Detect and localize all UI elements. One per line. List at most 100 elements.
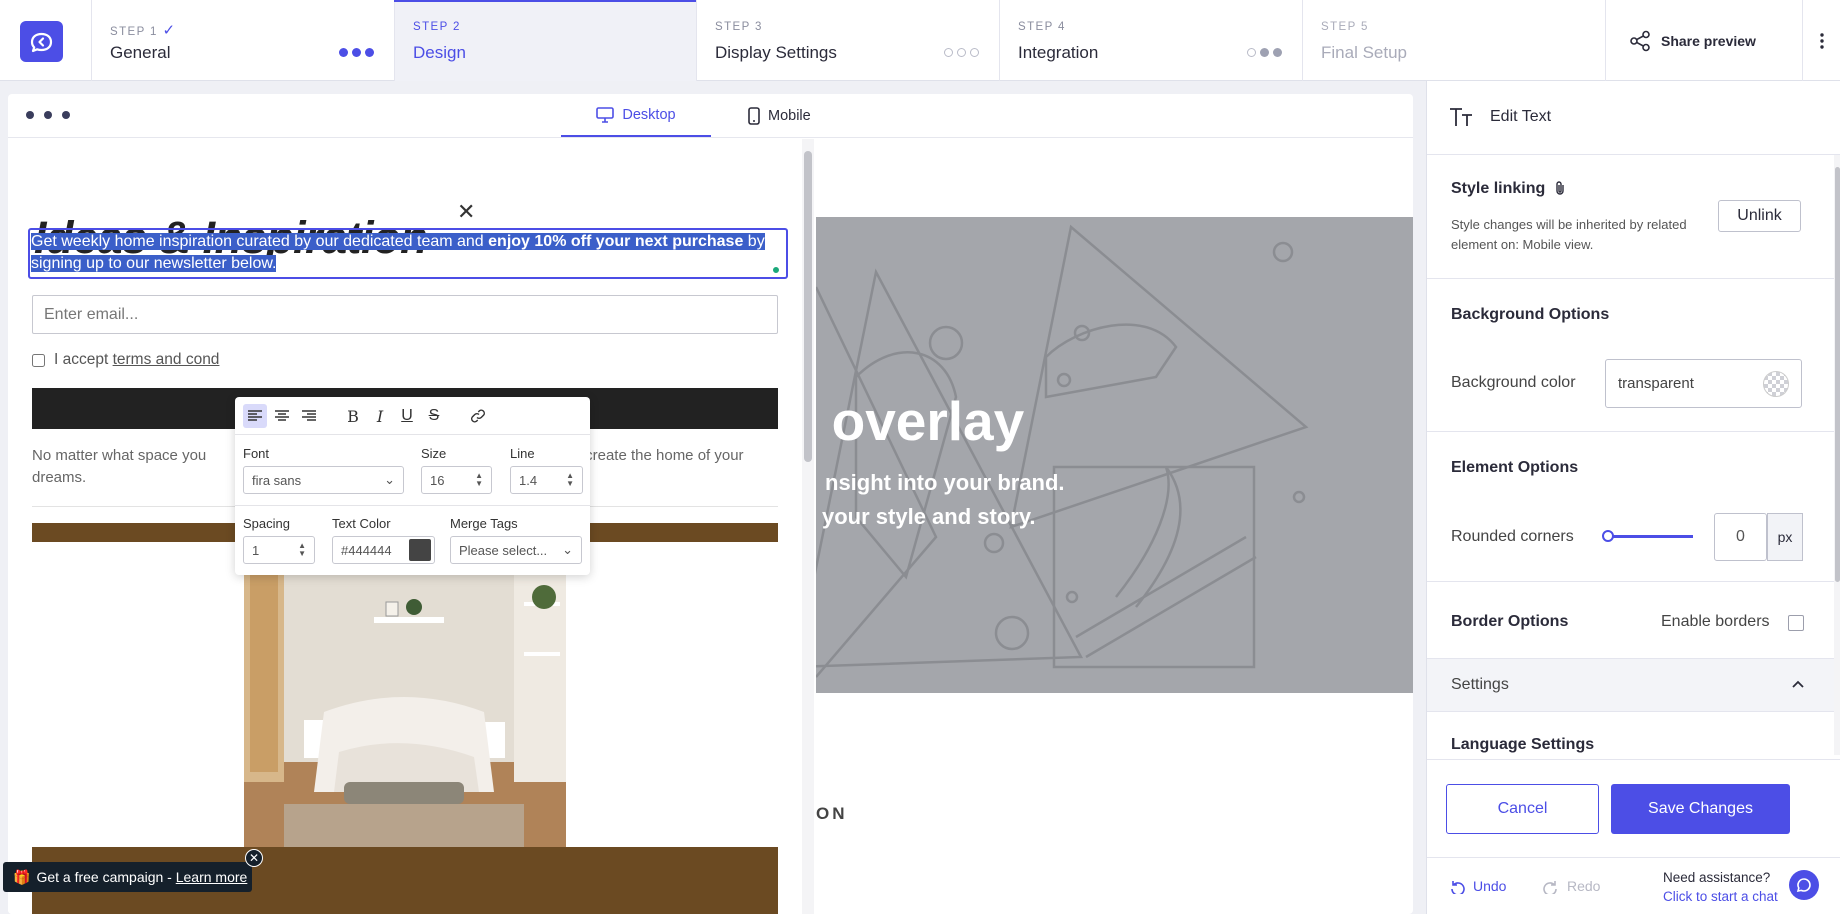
redo-button[interactable]: Redo	[1543, 878, 1600, 894]
underline-icon[interactable]: U	[395, 404, 419, 428]
size-label: Size	[421, 446, 447, 461]
stepper-icon[interactable]: ▲ ▼	[566, 472, 574, 488]
spacing-input[interactable]: 1 ▲ ▼	[243, 536, 315, 564]
settings-label: Settings	[1451, 676, 1509, 693]
promo-banner[interactable]: 🎁 Get a free campaign - Learn more	[3, 862, 252, 892]
scroll-thumb[interactable]	[1835, 167, 1840, 582]
font-label: Font	[243, 446, 270, 461]
more-dots-icon[interactable]	[25, 110, 77, 120]
start-chat-link[interactable]: Click to start a chat	[1663, 889, 1778, 904]
cancel-button[interactable]: Cancel	[1446, 784, 1599, 834]
merge-tags-select[interactable]: Please select... ⌄	[450, 536, 582, 564]
step-name: Final Setup	[1321, 43, 1407, 62]
step-label: STEP 5	[1321, 21, 1369, 33]
section-title: ON	[816, 804, 848, 823]
step-display-settings[interactable]: STEP 3 Display Settings	[696, 0, 999, 81]
back-logo-button[interactable]	[20, 21, 63, 62]
kebab-icon	[1819, 32, 1824, 49]
resize-handle[interactable]	[771, 265, 781, 275]
chat-bubble-icon	[1796, 878, 1811, 893]
close-promo-icon[interactable]: ✕	[245, 849, 263, 867]
learn-more-link[interactable]: Learn more	[176, 869, 248, 885]
terms-checkbox[interactable]	[32, 353, 45, 367]
enable-borders-checkbox[interactable]	[1788, 615, 1804, 631]
chat-button[interactable]	[1789, 870, 1819, 900]
step-name: Integration	[1018, 43, 1099, 62]
font-select[interactable]: fira sans ⌄	[243, 466, 404, 494]
size-input[interactable]: 16 ▲ ▼	[421, 466, 492, 494]
rounded-corners-input[interactable]: 0	[1714, 513, 1767, 561]
text-color-input[interactable]: #444444	[332, 536, 435, 564]
more-options-button[interactable]	[1802, 0, 1840, 81]
popup-scrollbar[interactable]	[802, 139, 814, 914]
chevron-down-icon: ⌄	[562, 542, 573, 557]
mobile-icon	[748, 106, 760, 125]
scroll-thumb[interactable]	[804, 151, 812, 462]
color-swatch[interactable]	[409, 539, 431, 561]
stepper-icon[interactable]: ▲ ▼	[298, 542, 306, 558]
panel-scrollbar[interactable]	[1834, 155, 1840, 755]
divider	[1427, 431, 1834, 432]
enable-borders-label: Enable borders	[1661, 613, 1770, 630]
promo-text: Get a free campaign - Learn more	[36, 869, 248, 885]
step-label: STEP 2	[413, 21, 461, 33]
line-height-input[interactable]: 1.4 ▲ ▼	[510, 466, 583, 494]
editor-canvas: Desktop Mobile t overlay nsight into you…	[8, 94, 1413, 914]
top-bar: STEP 1 ✓ General STEP 2 Design STEP 3 Di…	[0, 0, 1840, 81]
transparent-swatch[interactable]	[1763, 371, 1789, 397]
progress-dots	[339, 48, 374, 57]
merge-tags-label: Merge Tags	[450, 516, 518, 531]
save-changes-button[interactable]: Save Changes	[1611, 784, 1790, 834]
desktop-icon	[596, 106, 615, 123]
strikethrough-icon[interactable]: S	[422, 404, 446, 428]
divider	[1427, 278, 1834, 279]
background-image[interactable]	[794, 217, 1413, 693]
undo-button[interactable]: Undo	[1449, 878, 1506, 894]
bold-icon[interactable]: B	[341, 404, 365, 428]
popup-description[interactable]: Get weekly home inspiration curated by o…	[31, 231, 781, 275]
style-linking-description: Style changes will be inherited by relat…	[1451, 217, 1687, 252]
align-left-icon[interactable]	[243, 404, 267, 428]
step-design[interactable]: STEP 2 Design	[394, 0, 696, 81]
tab-label: Desktop	[622, 106, 676, 123]
line-art-illustration	[794, 224, 1309, 678]
email-input[interactable]: Enter email...	[32, 295, 778, 334]
divider	[1427, 581, 1834, 582]
settings-section-toggle[interactable]: Settings	[1427, 658, 1834, 712]
gift-icon: 🎁	[13, 868, 31, 885]
step-final-setup[interactable]: STEP 5 Final Setup	[1302, 0, 1605, 81]
line-label: Line	[510, 446, 535, 461]
bedroom-image[interactable]	[244, 542, 566, 847]
text-format-icon	[1450, 108, 1472, 126]
overlay-subtext-1: nsight into your brand.	[825, 470, 1065, 495]
unlink-button[interactable]: Unlink	[1718, 200, 1801, 232]
rounded-corners-slider[interactable]	[1605, 535, 1693, 538]
chat-back-icon	[30, 32, 53, 53]
tab-desktop[interactable]: Desktop	[561, 94, 711, 137]
panel-header: Edit Text	[1427, 81, 1840, 155]
share-icon	[1630, 30, 1650, 51]
align-center-icon[interactable]	[270, 404, 294, 428]
step-name: General	[110, 43, 171, 62]
link-icon[interactable]	[466, 404, 490, 428]
italic-icon[interactable]: I	[368, 404, 392, 428]
help-title: Need assistance?	[1663, 870, 1771, 885]
border-options-title: Border Options	[1451, 613, 1569, 630]
properties-panel: Edit Text Style linking Style changes wi…	[1426, 81, 1840, 914]
paperclip-icon	[1556, 181, 1564, 195]
step-general[interactable]: STEP 1 ✓ General	[91, 0, 394, 81]
slider-handle[interactable]	[1602, 530, 1614, 542]
stepper-icon[interactable]: ▲ ▼	[475, 472, 483, 488]
share-preview-button[interactable]: Share preview	[1606, 0, 1802, 81]
step-integration[interactable]: STEP 4 Integration	[999, 0, 1302, 81]
format-buttons-row: B I U S	[235, 397, 590, 435]
close-icon[interactable]: ✕	[457, 199, 475, 225]
align-right-icon[interactable]	[297, 404, 321, 428]
terms-link[interactable]: terms and cond	[113, 351, 220, 368]
chevron-up-icon	[1792, 680, 1804, 688]
spacing-label: Spacing	[243, 516, 290, 531]
language-settings-title: Language Settings	[1451, 736, 1595, 753]
tab-mobile[interactable]: Mobile	[748, 94, 848, 137]
text-color-label: Text Color	[332, 516, 391, 531]
step-label: STEP 3	[715, 21, 763, 33]
